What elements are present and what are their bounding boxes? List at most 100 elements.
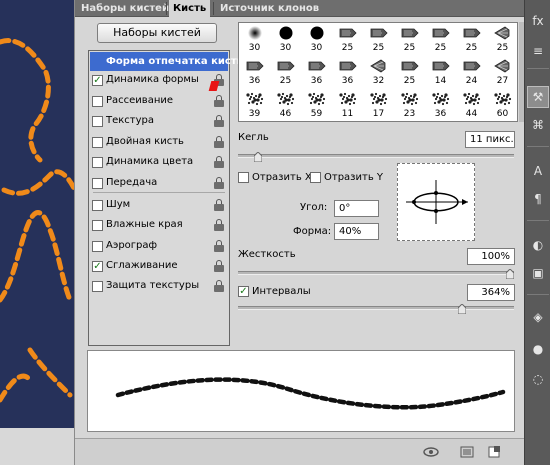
- option-item[interactable]: Аэрограф: [89, 237, 229, 257]
- flip-y-checkbox[interactable]: [310, 172, 321, 183]
- brush-tip[interactable]: 17: [363, 89, 394, 121]
- option-item[interactable]: ✓ Сглаживание: [89, 257, 229, 277]
- spacing-checkbox[interactable]: ✓: [238, 286, 249, 297]
- brush-tip[interactable]: 11: [332, 89, 363, 121]
- eye-icon[interactable]: [423, 445, 439, 459]
- brush-tip-size: 60: [496, 109, 509, 119]
- brush-icon[interactable]: ⚒: [527, 86, 549, 108]
- lock-icon[interactable]: [214, 260, 224, 273]
- brush-tip-shape-item[interactable]: Форма отпечатка кисти: [90, 52, 244, 71]
- brush-tip[interactable]: 24: [456, 56, 487, 88]
- option-item[interactable]: Двойная кисть: [89, 133, 229, 153]
- lock-icon[interactable]: [214, 280, 224, 293]
- size-field[interactable]: 11 пикс.: [465, 131, 515, 148]
- option-checkbox[interactable]: [92, 220, 103, 231]
- lock-icon[interactable]: [214, 156, 224, 169]
- lock-icon[interactable]: [214, 240, 224, 253]
- option-item[interactable]: Текстура: [89, 112, 229, 132]
- brush-presets-button[interactable]: Наборы кистей: [97, 23, 217, 43]
- brush-tip[interactable]: 30: [301, 23, 332, 55]
- brush-tip[interactable]: 25: [363, 23, 394, 55]
- fx-icon[interactable]: fx: [527, 10, 549, 32]
- paragraph-icon[interactable]: ¶: [527, 188, 549, 210]
- option-item[interactable]: Динамика цвета: [89, 153, 229, 173]
- angle-field[interactable]: 0°: [334, 200, 379, 217]
- brush-tip[interactable]: 25: [487, 23, 518, 55]
- brush-tip[interactable]: 36: [239, 56, 270, 88]
- option-checkbox[interactable]: [92, 200, 103, 211]
- brush-tip[interactable]: 14: [425, 56, 456, 88]
- option-checkbox[interactable]: [92, 281, 103, 292]
- angle-roundness-preview[interactable]: [397, 163, 475, 241]
- option-checkbox[interactable]: [92, 137, 103, 148]
- brush-tip[interactable]: 25: [270, 56, 301, 88]
- stamp-icon[interactable]: ⌘: [527, 114, 549, 136]
- brush-tip[interactable]: 25: [332, 23, 363, 55]
- stroke-preview-curve: [115, 377, 506, 410]
- brush-tip[interactable]: 25: [394, 56, 425, 88]
- brush-tip[interactable]: 23: [394, 89, 425, 121]
- lock-icon[interactable]: [214, 219, 224, 232]
- lock-icon[interactable]: [214, 177, 224, 190]
- brush-tip[interactable]: 36: [425, 89, 456, 121]
- paths-icon[interactable]: ◌: [527, 368, 549, 390]
- brush-tip[interactable]: 25: [394, 23, 425, 55]
- hardness-field[interactable]: 100%: [467, 248, 515, 265]
- brush-tip[interactable]: 36: [332, 56, 363, 88]
- toolbar-separator: [527, 68, 549, 69]
- flip-x-checkbox[interactable]: [238, 172, 249, 183]
- option-item[interactable]: Влажные края: [89, 216, 229, 236]
- spacing-field[interactable]: 364%: [467, 284, 515, 301]
- channels-icon[interactable]: ●: [527, 338, 549, 360]
- document-canvas[interactable]: [0, 0, 80, 465]
- option-item[interactable]: Рассеивание: [89, 92, 229, 112]
- brush-tip-size: 27: [496, 76, 509, 86]
- brush-tip[interactable]: 39: [239, 89, 270, 121]
- brush-tip[interactable]: 25: [425, 23, 456, 55]
- spacing-slider-thumb[interactable]: [457, 304, 466, 314]
- grid-view-icon[interactable]: [460, 445, 474, 459]
- option-checkbox[interactable]: ✓: [92, 75, 103, 86]
- option-item[interactable]: Шум: [89, 196, 229, 216]
- spacing-slider[interactable]: [238, 306, 514, 310]
- brush-tip[interactable]: 60: [487, 89, 518, 121]
- adjustment-icon[interactable]: ◐: [527, 234, 549, 256]
- mask-icon[interactable]: ▣: [527, 262, 549, 284]
- brush-tip-splatter-icon: [301, 90, 332, 108]
- settings-icon[interactable]: ≡: [527, 40, 549, 62]
- brush-tip-size: 30: [310, 43, 323, 53]
- option-checkbox[interactable]: [92, 178, 103, 189]
- roundness-field[interactable]: 40%: [334, 223, 379, 240]
- new-preset-icon[interactable]: [487, 445, 501, 459]
- layers-icon[interactable]: ◈: [527, 306, 549, 328]
- option-checkbox[interactable]: [92, 116, 103, 127]
- text-icon[interactable]: A: [527, 160, 549, 182]
- tab-clone-source[interactable]: Источник клонов: [216, 0, 323, 17]
- option-checkbox[interactable]: [92, 96, 103, 107]
- brush-tip[interactable]: 30: [270, 23, 301, 55]
- brush-tip[interactable]: 46: [270, 89, 301, 121]
- lock-icon[interactable]: [214, 199, 224, 212]
- tab-brush-presets[interactable]: Наборы кистей: [77, 0, 173, 17]
- option-item[interactable]: Защита текстуры: [89, 277, 229, 297]
- brush-tip[interactable]: 27: [487, 56, 518, 88]
- lock-icon[interactable]: [214, 95, 224, 108]
- option-checkbox[interactable]: ✓: [92, 261, 103, 272]
- brush-tip[interactable]: 25: [456, 23, 487, 55]
- option-checkbox[interactable]: [92, 241, 103, 252]
- option-checkbox[interactable]: [92, 157, 103, 168]
- size-slider-thumb[interactable]: [254, 152, 263, 162]
- hardness-slider[interactable]: [238, 271, 514, 275]
- option-item[interactable]: Передача: [89, 174, 229, 194]
- brush-tip[interactable]: 30: [239, 23, 270, 55]
- brush-tip[interactable]: 44: [456, 89, 487, 121]
- brush-tip[interactable]: 36: [301, 56, 332, 88]
- size-slider[interactable]: [238, 154, 514, 158]
- tab-brush[interactable]: Кисть: [169, 0, 211, 17]
- brush-tip[interactable]: 59: [301, 89, 332, 121]
- hardness-slider-thumb[interactable]: [506, 269, 514, 279]
- lock-icon[interactable]: [214, 136, 224, 149]
- option-item[interactable]: ✓ Динамика формы: [89, 71, 229, 91]
- lock-icon[interactable]: [214, 115, 224, 128]
- brush-tip[interactable]: 32: [363, 56, 394, 88]
